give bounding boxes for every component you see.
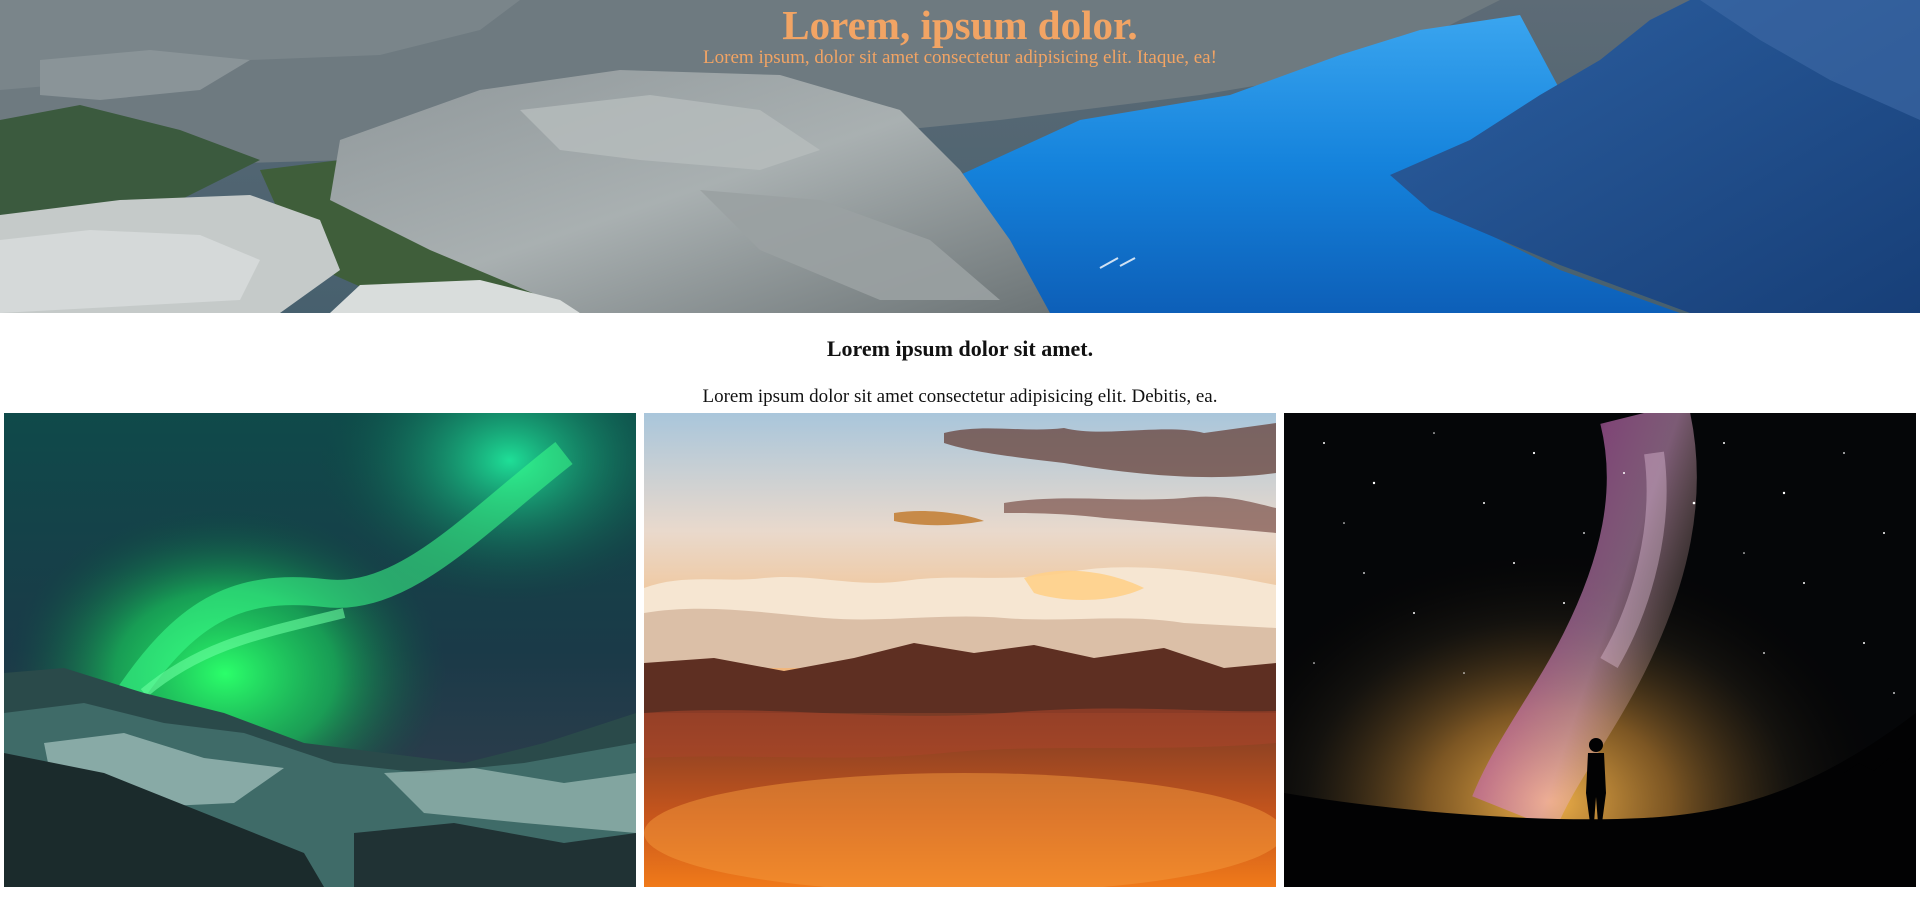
section-text: Lorem ipsum dolor sit amet consectetur a… bbox=[702, 386, 1218, 407]
gallery-item-aurora bbox=[4, 413, 636, 887]
image-gallery bbox=[0, 413, 1920, 888]
section-heading: Lorem ipsum dolor sit amet. bbox=[826, 336, 1094, 361]
hero-banner: Lorem, ipsum dolor. Lorem ipsum, dolor s… bbox=[0, 0, 1920, 313]
hero-subtitle: Lorem ipsum, dolor sit amet consectetur … bbox=[703, 47, 1217, 68]
gallery-item-sunset bbox=[644, 413, 1276, 887]
hero-title: Lorem, ipsum dolor. bbox=[782, 2, 1138, 48]
gallery-item-milky-way bbox=[1284, 413, 1916, 887]
sunset-mountains-image bbox=[644, 413, 1276, 887]
aurora-borealis-image bbox=[4, 413, 636, 887]
milky-way-silhouette-image bbox=[1284, 413, 1916, 887]
